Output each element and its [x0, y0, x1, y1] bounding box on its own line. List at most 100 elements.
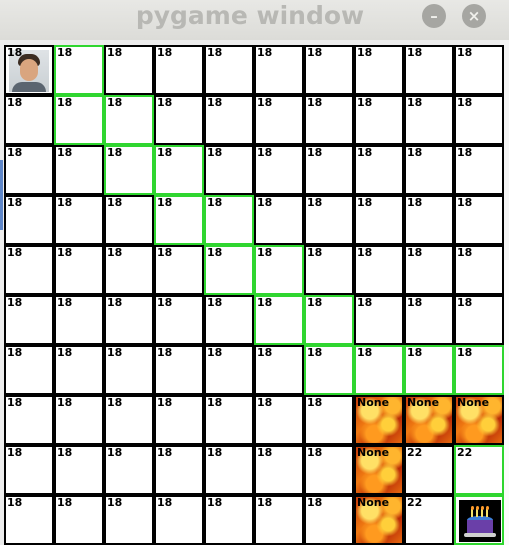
grid-cell[interactable]: 18 — [54, 445, 104, 495]
fire-cell[interactable]: None — [354, 445, 404, 495]
grid-cell[interactable]: 18 — [54, 95, 104, 145]
grid-cell[interactable]: 18 — [104, 45, 154, 95]
grid-cell[interactable]: 18 — [254, 145, 304, 195]
grid-cell[interactable]: 18 — [204, 45, 254, 95]
grid-cell[interactable]: 18 — [304, 245, 354, 295]
grid-cell[interactable]: 18 — [154, 445, 204, 495]
grid-cell[interactable]: 18 — [304, 445, 354, 495]
grid-cell[interactable]: 18 — [4, 445, 54, 495]
grid-cell[interactable]: 18 — [354, 345, 404, 395]
grid-cell[interactable]: 18 — [204, 195, 254, 245]
grid-cell[interactable]: 18 — [304, 495, 354, 545]
grid-cell[interactable]: 18 — [4, 145, 54, 195]
grid-cell[interactable]: 18 — [454, 45, 504, 95]
grid-cell[interactable]: 18 — [4, 345, 54, 395]
grid-cell[interactable]: 18 — [404, 295, 454, 345]
grid-cell[interactable]: 18 — [204, 445, 254, 495]
grid-cell[interactable]: 18 — [254, 195, 304, 245]
grid-cell[interactable]: 18 — [254, 445, 304, 495]
grid-cell[interactable]: 18 — [54, 345, 104, 395]
close-button[interactable]: × — [462, 4, 486, 28]
grid-cell[interactable]: 18 — [154, 45, 204, 95]
grid-cell[interactable]: 18 — [204, 295, 254, 345]
minimize-button[interactable]: – — [422, 4, 446, 28]
grid-cell[interactable]: 18 — [354, 95, 404, 145]
grid-cell[interactable]: 18 — [104, 295, 154, 345]
grid-cell[interactable]: 18 — [404, 145, 454, 195]
grid-cell[interactable]: 18 — [404, 95, 454, 145]
grid-cell[interactable]: 18 — [254, 245, 304, 295]
grid-cell[interactable] — [454, 495, 504, 545]
grid-cell[interactable]: 18 — [4, 195, 54, 245]
grid-cell[interactable]: 18 — [204, 95, 254, 145]
grid-cell[interactable]: 22 — [454, 445, 504, 495]
grid-cell[interactable]: 18 — [204, 245, 254, 295]
title-bar[interactable]: pygame window – × — [0, 0, 509, 40]
grid-cell[interactable]: 18 — [454, 245, 504, 295]
grid-cell[interactable]: 18 — [254, 495, 304, 545]
grid-cell[interactable]: 18 — [404, 345, 454, 395]
grid-cell[interactable]: 18 — [54, 295, 104, 345]
grid-cell[interactable]: 18 — [54, 245, 104, 295]
grid-cell[interactable]: 18 — [204, 345, 254, 395]
grid-cell[interactable]: 18 — [104, 495, 154, 545]
grid-cell[interactable]: 18 — [304, 95, 354, 145]
grid-cell[interactable]: 18 — [154, 145, 204, 195]
grid-cell[interactable]: 18 — [304, 295, 354, 345]
grid-cell[interactable]: 18 — [354, 295, 404, 345]
grid-cell[interactable]: 18 — [354, 145, 404, 195]
grid-cell[interactable]: 18 — [4, 245, 54, 295]
grid-cell[interactable]: 18 — [454, 145, 504, 195]
grid-cell[interactable]: 18 — [254, 395, 304, 445]
grid-cell[interactable]: 22 — [404, 445, 454, 495]
grid-cell[interactable]: 18 — [204, 495, 254, 545]
grid-cell[interactable]: 18 — [154, 345, 204, 395]
grid-cell[interactable]: 22 — [404, 495, 454, 545]
grid-cell[interactable]: 18 — [354, 45, 404, 95]
grid-cell[interactable]: 18 — [154, 245, 204, 295]
grid-cell[interactable]: 18 — [354, 245, 404, 295]
grid-cell[interactable]: 18 — [254, 95, 304, 145]
grid-cell[interactable]: 18 — [304, 45, 354, 95]
grid-cell[interactable]: 18 — [354, 195, 404, 245]
grid-cell[interactable]: 18 — [4, 395, 54, 445]
grid-cell[interactable]: 18 — [4, 45, 54, 95]
fire-cell[interactable]: None — [404, 395, 454, 445]
grid-cell[interactable]: 18 — [104, 145, 154, 195]
grid-cell[interactable]: 18 — [4, 495, 54, 545]
grid-cell[interactable]: 18 — [454, 195, 504, 245]
fire-cell[interactable]: None — [354, 495, 404, 545]
grid-cell[interactable]: 18 — [4, 295, 54, 345]
grid-cell[interactable]: 18 — [104, 195, 154, 245]
grid-cell[interactable]: 18 — [54, 495, 104, 545]
grid-cell[interactable]: 18 — [104, 95, 154, 145]
grid-cell[interactable]: 18 — [304, 395, 354, 445]
grid-cell[interactable]: 18 — [254, 345, 304, 395]
grid-cell[interactable]: 18 — [204, 145, 254, 195]
grid-cell[interactable]: 18 — [404, 45, 454, 95]
grid-cell[interactable]: 18 — [454, 345, 504, 395]
fire-cell[interactable]: None — [454, 395, 504, 445]
grid-cell[interactable]: 18 — [104, 395, 154, 445]
grid-cell[interactable]: 18 — [404, 195, 454, 245]
grid-cell[interactable]: 18 — [104, 245, 154, 295]
game-board[interactable]: 18 18 18 18 18 18 18 18 18 18 18 18 18 18 18 18 18 18 18 18… — [4, 45, 504, 545]
grid-cell[interactable]: 18 — [104, 345, 154, 395]
fire-cell[interactable]: None — [354, 395, 404, 445]
grid-cell[interactable]: 18 — [104, 445, 154, 495]
grid-cell[interactable]: 18 — [204, 395, 254, 445]
grid-cell[interactable]: 18 — [254, 45, 304, 95]
grid-cell[interactable]: 18 — [254, 295, 304, 345]
grid-cell[interactable]: 18 — [154, 195, 204, 245]
grid-cell[interactable]: 18 — [304, 195, 354, 245]
grid-cell[interactable]: 18 — [404, 245, 454, 295]
grid-cell[interactable]: 18 — [154, 295, 204, 345]
grid-cell[interactable]: 18 — [54, 395, 104, 445]
grid-cell[interactable]: 18 — [54, 45, 104, 95]
grid-cell[interactable]: 18 — [154, 495, 204, 545]
grid-cell[interactable]: 18 — [54, 145, 104, 195]
grid-cell[interactable]: 18 — [54, 195, 104, 245]
grid-cell[interactable]: 18 — [154, 95, 204, 145]
grid-cell[interactable]: 18 — [154, 395, 204, 445]
grid-cell[interactable]: 18 — [304, 345, 354, 395]
